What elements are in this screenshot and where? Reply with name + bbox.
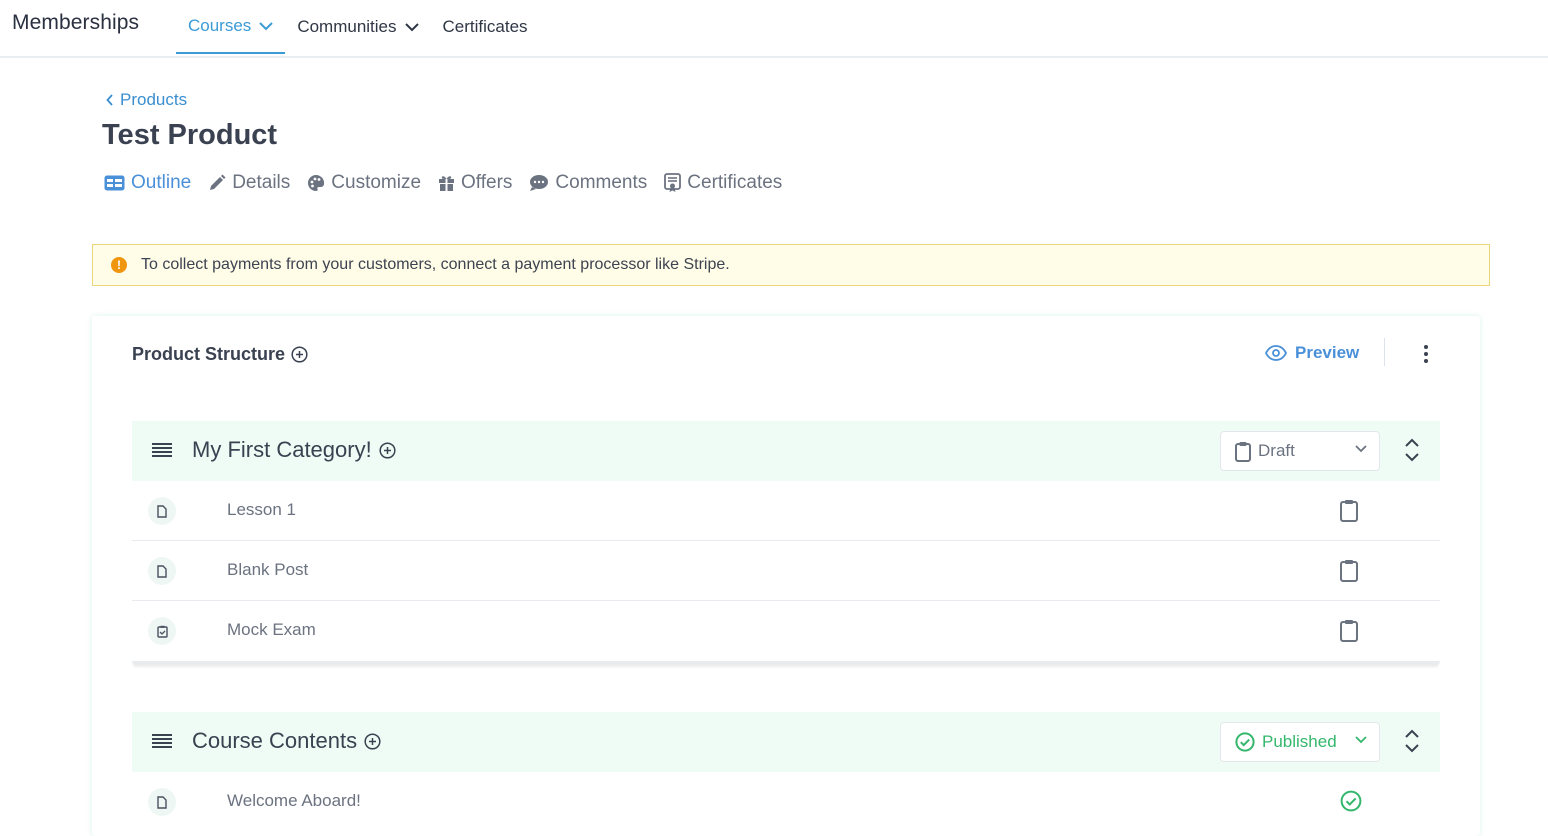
lesson-name[interactable]: Blank Post xyxy=(227,560,308,580)
preview-button[interactable]: Preview xyxy=(1265,343,1359,363)
category-section: Course Contents Published Welcome Aboard… xyxy=(132,712,1440,832)
document-icon xyxy=(148,788,176,816)
comment-icon xyxy=(530,175,549,191)
lesson-list: Lesson 1 Blank Post Mock Exam xyxy=(132,481,1440,665)
document-icon xyxy=(148,557,176,585)
product-structure-card: Product Structure Preview My First Categ… xyxy=(92,316,1480,836)
page-title: Test Product xyxy=(102,119,278,151)
lesson-name[interactable]: Lesson 1 xyxy=(227,500,296,520)
breadcrumb-label: Products xyxy=(120,90,188,109)
quiz-icon xyxy=(148,617,176,645)
tab-certificates[interactable]: Certificates xyxy=(664,172,782,194)
tab-certificates-label: Certificates xyxy=(687,172,783,193)
tab-comments[interactable]: Comments xyxy=(529,172,647,194)
tab-comments-label: Comments xyxy=(555,172,648,193)
chevron-down-icon xyxy=(1355,445,1367,453)
chevron-down-icon xyxy=(1355,736,1367,744)
pencil-icon xyxy=(210,174,226,190)
brand-title[interactable]: Memberships xyxy=(12,11,139,35)
breadcrumb-products-link[interactable]: Products xyxy=(106,90,187,110)
nav-courses[interactable]: Courses xyxy=(176,0,286,54)
lesson-list: Welcome Aboard! xyxy=(132,772,1440,832)
tab-customize[interactable]: Customize xyxy=(307,172,421,194)
product-structure-header: Product Structure xyxy=(132,344,308,365)
lesson-name[interactable]: Mock Exam xyxy=(227,620,316,640)
collapse-toggle-icon[interactable] xyxy=(1404,437,1420,463)
nav-communities[interactable]: Communities xyxy=(285,0,430,54)
chevron-down-icon xyxy=(259,21,274,30)
tab-customize-label: Customize xyxy=(331,172,422,193)
drag-handle-icon[interactable] xyxy=(152,732,172,750)
payment-alert: ! To collect payments from your customer… xyxy=(92,244,1490,286)
category-name[interactable]: My First Category! xyxy=(192,437,396,463)
category-section: My First Category! Draft Lesson 1 Blank … xyxy=(132,421,1440,665)
clipboard-icon xyxy=(1340,620,1358,642)
category-header: Course Contents Published xyxy=(132,712,1440,772)
document-icon xyxy=(148,497,176,525)
nav-certificates-label: Certificates xyxy=(442,17,528,36)
lesson-name[interactable]: Welcome Aboard! xyxy=(227,791,361,811)
status-label: Draft xyxy=(1258,441,1295,460)
category-header: My First Category! Draft xyxy=(132,421,1440,481)
collapse-toggle-icon[interactable] xyxy=(1404,728,1420,754)
nav-courses-label: Courses xyxy=(188,16,252,35)
list-item[interactable]: Welcome Aboard! xyxy=(132,772,1440,832)
list-item[interactable]: Blank Post xyxy=(132,541,1440,601)
chevron-down-icon xyxy=(404,22,419,31)
divider xyxy=(1384,338,1385,366)
nav-certificates[interactable]: Certificates xyxy=(431,0,540,54)
category-name-label: Course Contents xyxy=(192,728,358,753)
more-options-icon[interactable] xyxy=(1418,342,1434,366)
check-circle-icon xyxy=(1340,790,1362,812)
outline-icon xyxy=(104,175,125,191)
top-nav: Courses Communities Certificates xyxy=(176,0,540,56)
alert-text: To collect payments from your customers,… xyxy=(141,256,730,273)
certificate-icon xyxy=(664,173,682,192)
clipboard-icon xyxy=(1340,500,1358,522)
tab-outline[interactable]: Outline xyxy=(104,172,191,194)
tab-details-label: Details xyxy=(232,172,291,193)
status-dropdown[interactable]: Draft xyxy=(1220,431,1380,471)
clipboard-icon xyxy=(1340,560,1358,582)
status-dropdown[interactable]: Published xyxy=(1220,722,1380,762)
tab-details[interactable]: Details xyxy=(208,172,290,194)
product-structure-title: Product Structure xyxy=(132,344,286,364)
product-tabs: Outline Details Customize Offers Comment… xyxy=(104,172,799,194)
eye-icon xyxy=(1265,345,1287,361)
add-circle-icon[interactable] xyxy=(364,732,381,750)
clipboard-icon xyxy=(1235,441,1251,462)
category-name-label: My First Category! xyxy=(192,437,372,462)
tab-outline-label: Outline xyxy=(131,172,192,193)
list-item[interactable]: Mock Exam xyxy=(132,601,1440,661)
drag-handle-icon[interactable] xyxy=(152,441,172,459)
tab-offers-label: Offers xyxy=(461,172,513,193)
add-circle-icon[interactable] xyxy=(379,441,396,459)
nav-communities-label: Communities xyxy=(297,17,397,36)
category-name[interactable]: Course Contents xyxy=(192,728,381,754)
check-circle-icon xyxy=(1235,732,1255,752)
list-item[interactable]: Lesson 1 xyxy=(132,481,1440,541)
warning-icon: ! xyxy=(111,257,127,273)
add-circle-icon[interactable] xyxy=(291,346,308,363)
chevron-left-icon xyxy=(106,94,113,106)
tab-offers[interactable]: Offers xyxy=(438,172,512,194)
preview-label: Preview xyxy=(1295,343,1360,362)
gift-icon xyxy=(439,176,455,191)
top-navbar: Memberships Courses Communities Certific… xyxy=(0,0,1548,58)
palette-icon xyxy=(308,174,325,191)
status-label: Published xyxy=(1262,732,1337,751)
